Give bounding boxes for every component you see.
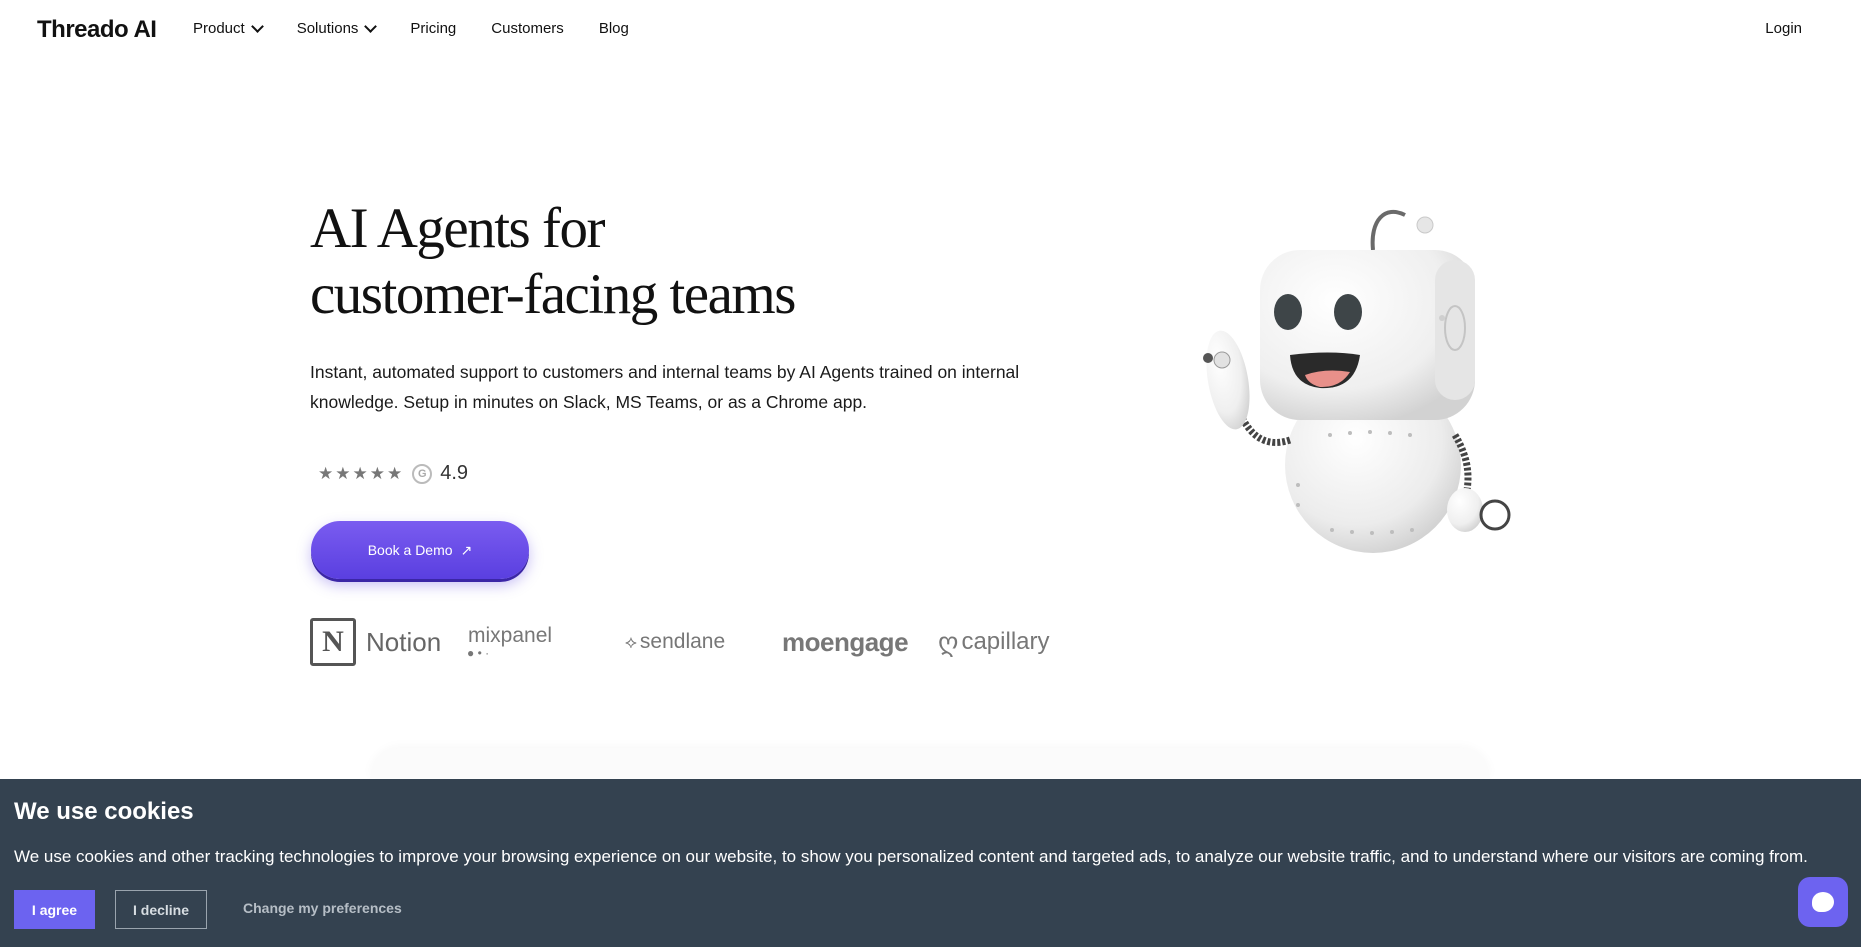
nav-item-product[interactable]: Product — [193, 19, 264, 37]
nav-item-blog[interactable]: Blog — [599, 20, 629, 37]
notion-logo: N Notion — [310, 618, 441, 666]
cookie-banner: We use cookies We use cookies and other … — [0, 779, 1861, 947]
moengage-wordmark: moengage — [782, 626, 909, 657]
arrow-up-right-icon: ↗ — [460, 541, 473, 558]
customer-logos: N Notion mixpanel ● • · ⟡ sendlane moeng… — [310, 618, 1070, 666]
cookie-text: We use cookies and other tracking techno… — [14, 847, 1808, 866]
hero-title: AI Agents for customer-facing teams — [310, 196, 796, 328]
nav-item-pricing[interactable]: Pricing — [410, 20, 456, 37]
robot-waving-illustration — [1203, 209, 1511, 553]
book-demo-button[interactable]: Book a Demo ↗ — [311, 521, 529, 579]
nav-item-label: Solutions — [296, 20, 359, 37]
cookie-title: We use cookies — [14, 798, 194, 825]
nav-item-label: Pricing — [410, 20, 457, 37]
star-icon: ★ — [335, 463, 351, 483]
notion-wordmark: Notion — [366, 626, 442, 657]
moengage-logo: moengage — [782, 618, 909, 666]
nav-item-label: Product — [193, 20, 245, 37]
star-icon: ★ — [318, 463, 334, 483]
book-demo-label: Book a Demo — [367, 542, 453, 558]
sendlane-wordmark: sendlane — [639, 630, 726, 653]
hero-title-line-2: customer-facing teams — [310, 263, 796, 326]
notion-mark-icon: N — [310, 618, 356, 666]
nav-item-customers[interactable]: Customers — [491, 20, 564, 37]
capillary-mark-icon: ღ — [938, 626, 959, 657]
sendlane-logo: ⟡ sendlane — [625, 618, 725, 666]
nav-links: Product Solutions Pricing Customers Blog — [193, 19, 664, 37]
star-rating-icon: ★ ★ ★ ★ ★ — [318, 464, 402, 484]
chat-bubble-icon — [1812, 892, 1834, 912]
top-nav: Threado AI Product Solutions Pricing Cus… — [0, 0, 1861, 58]
chevron-down-icon — [364, 19, 378, 33]
star-icon: ★ — [352, 463, 368, 483]
login-link[interactable]: Login — [1765, 20, 1802, 37]
feature-card-edge — [370, 748, 1490, 778]
hero-title-line-1: AI Agents for — [310, 197, 605, 260]
nav-item-label: Customers — [491, 20, 564, 37]
rating: ★ ★ ★ ★ ★ G 4.9 — [318, 462, 468, 485]
chevron-down-icon — [250, 19, 264, 33]
rating-value: 4.9 — [440, 462, 469, 484]
chat-launcher-button[interactable] — [1798, 877, 1848, 927]
nav-item-label: Blog — [598, 20, 629, 37]
mixpanel-dots-icon: ● • · — [467, 646, 490, 660]
brand-logo[interactable]: Threado AI — [37, 16, 157, 44]
sendlane-mark-icon: ⟡ — [625, 631, 637, 652]
decline-button[interactable]: I decline — [115, 890, 207, 929]
nav-item-solutions[interactable]: Solutions — [296, 19, 378, 37]
agree-button[interactable]: I agree — [14, 890, 95, 929]
capillary-logo: ღ capillary — [938, 618, 1049, 666]
g2-icon: G — [412, 463, 433, 484]
hero-subtitle: Instant, automated support to customers … — [310, 362, 1020, 412]
change-preferences-button[interactable]: Change my preferences — [243, 900, 402, 916]
star-icon: ★ — [387, 463, 403, 483]
star-icon: ★ — [369, 463, 385, 483]
capillary-wordmark: capillary — [961, 628, 1050, 655]
mixpanel-wordmark: mixpanel — [468, 624, 553, 647]
